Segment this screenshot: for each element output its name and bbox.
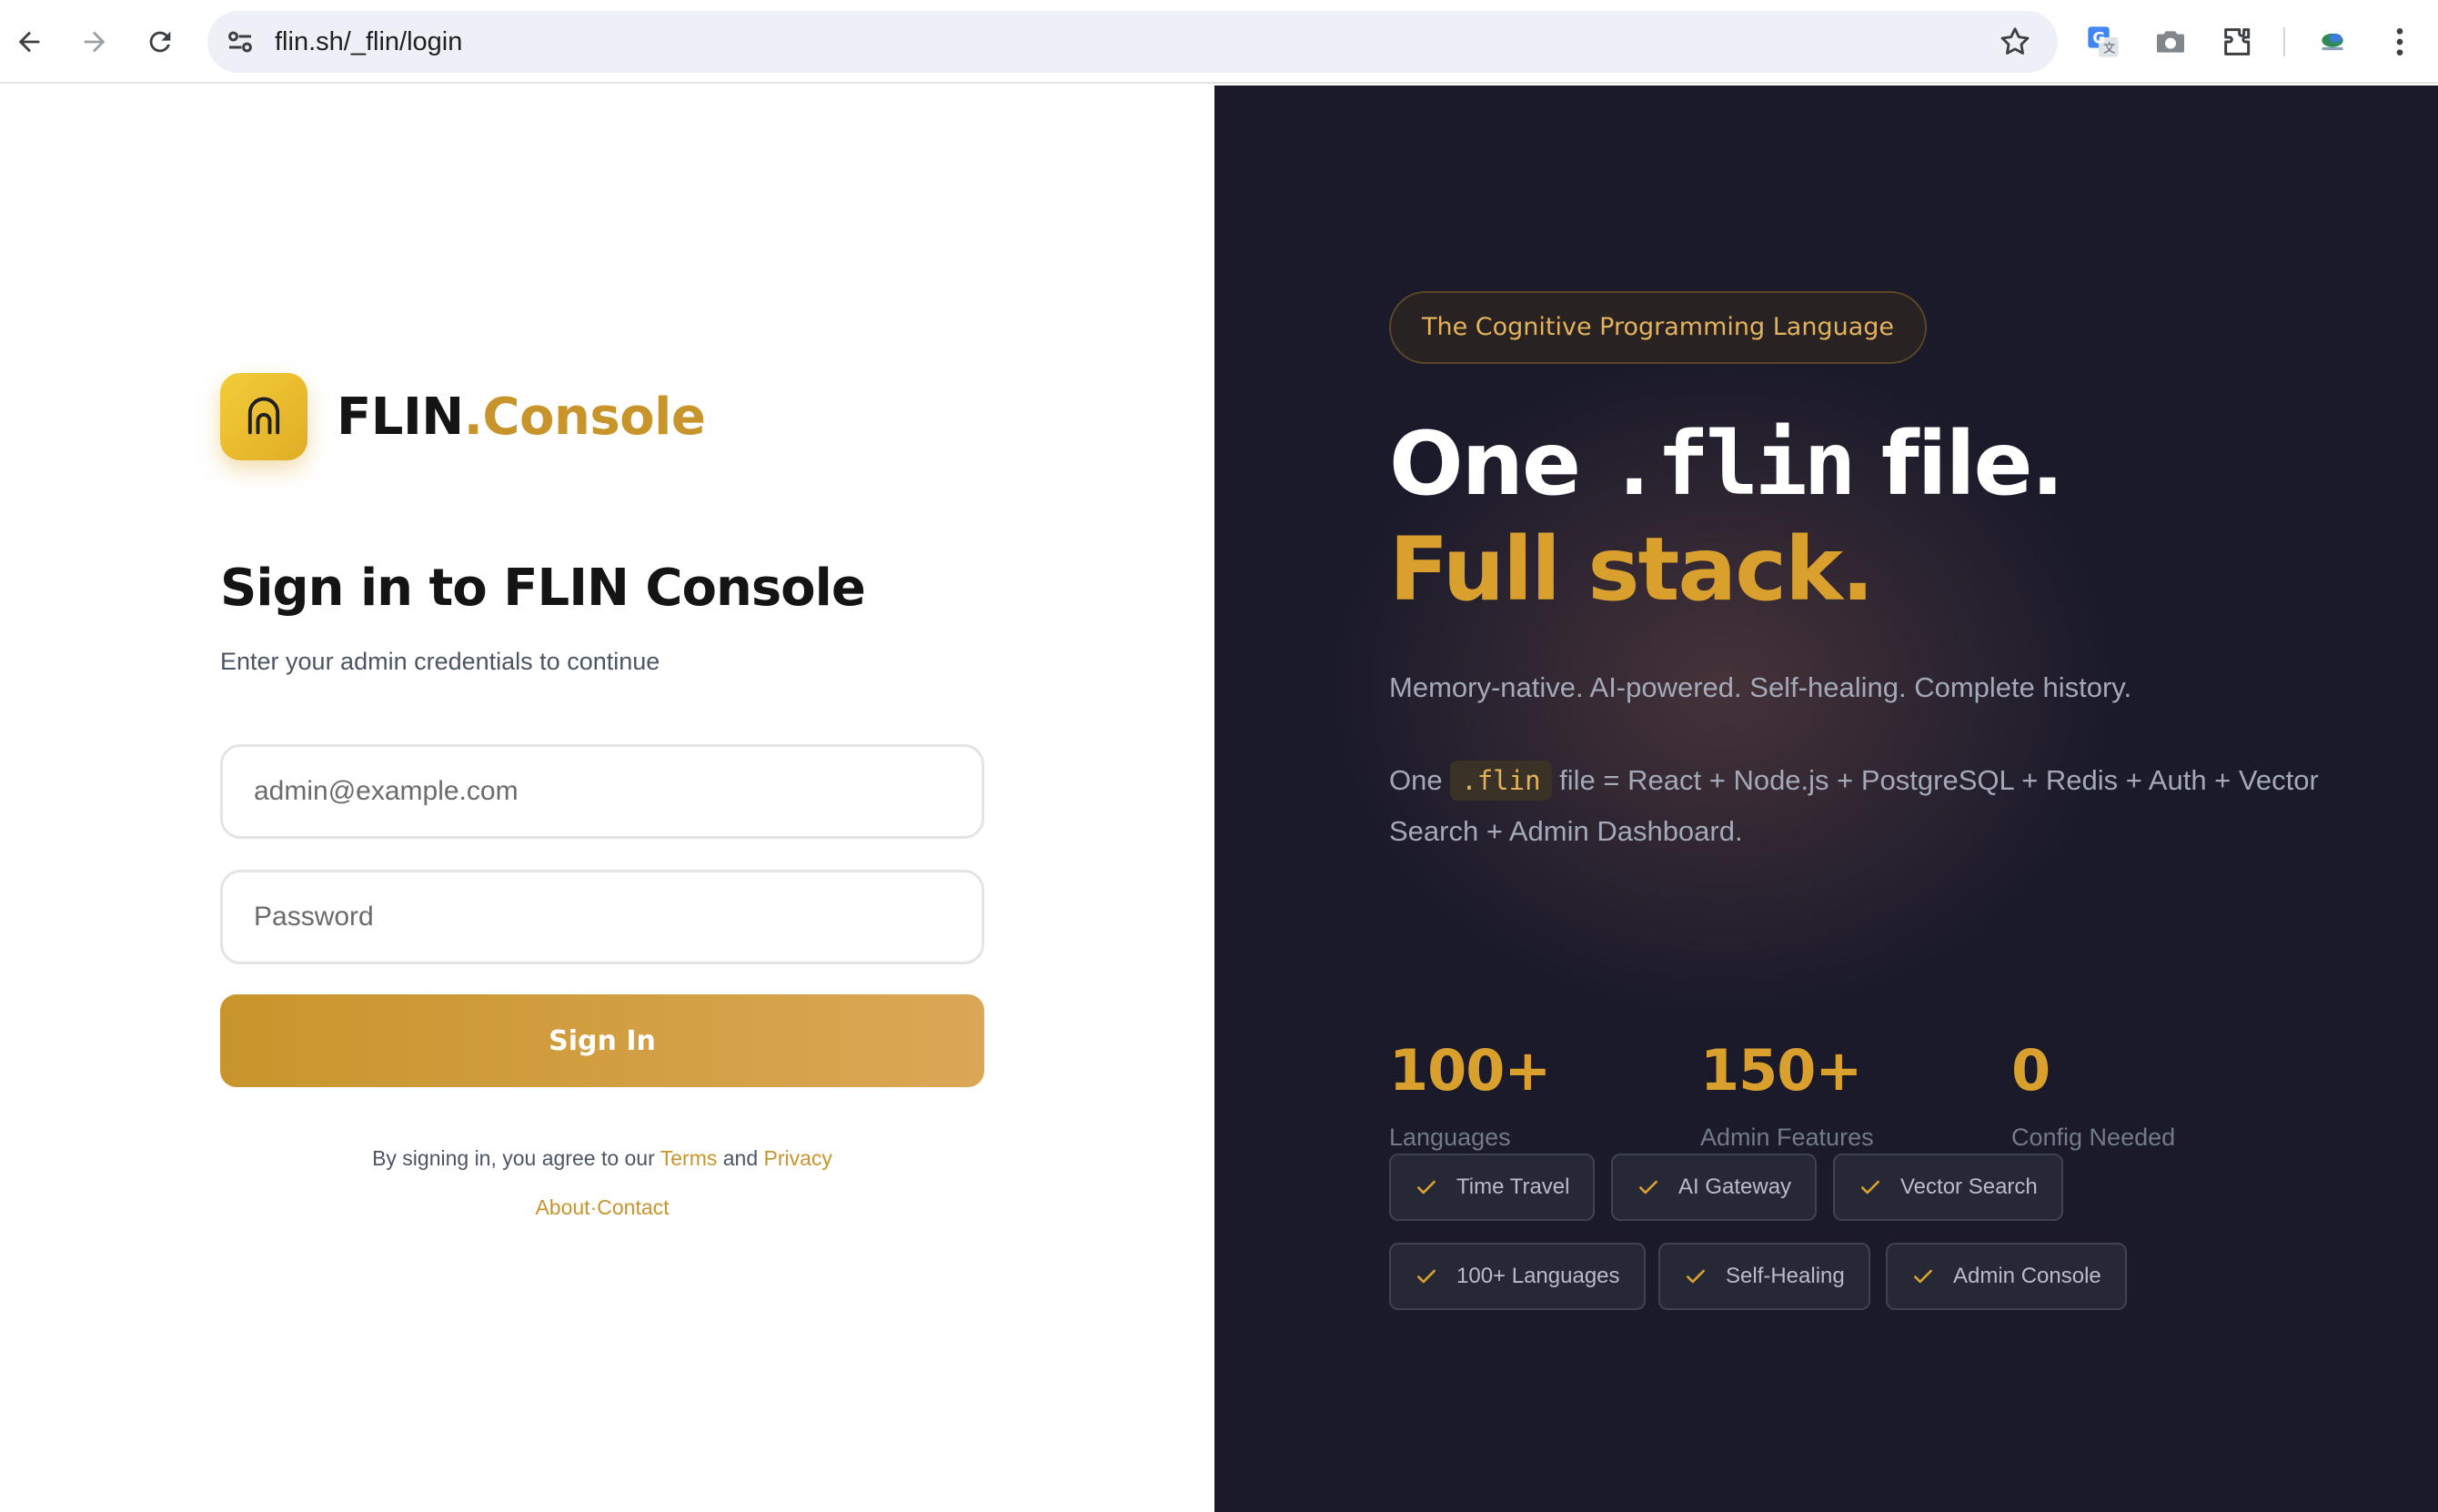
feature-chip-label: Vector Search: [1900, 1174, 2038, 1199]
hero-headline-line2: Full stack.: [1389, 519, 1874, 620]
camera-icon: [2157, 31, 2184, 53]
reload-icon: [149, 31, 171, 53]
brand-name-main: FLIN: [337, 387, 464, 447]
screenshot-extension[interactable]: [2149, 20, 2192, 64]
feature-chip-admin-console: Admin Console: [1886, 1243, 2127, 1310]
hero-line1-code: .flin: [1607, 413, 1856, 515]
back-button[interactable]: [5, 18, 53, 66]
check-icon: [1914, 1269, 1932, 1284]
email-input[interactable]: [220, 744, 984, 839]
password-input[interactable]: [220, 870, 984, 964]
kebab-menu-icon: [2396, 28, 2403, 55]
reload-button[interactable]: [136, 18, 184, 66]
forward-arrow-icon: [84, 31, 106, 53]
hero-line1-prefix: One: [1389, 413, 1581, 515]
address-bar[interactable]: flin.sh/_flin/login: [207, 11, 2058, 73]
stat-label: Languages: [1389, 1124, 1511, 1151]
check-icon: [1417, 1180, 1436, 1194]
feature-chip-ai-gateway: AI Gateway: [1611, 1154, 1818, 1221]
browser-menu-button[interactable]: [2378, 20, 2422, 64]
sign-in-button[interactable]: Sign In: [220, 994, 984, 1087]
feature-chip-label: 100+ Languages: [1456, 1264, 1620, 1288]
feature-chip-time-travel: Time Travel: [1389, 1154, 1596, 1221]
hero-headline-line1: One .flin file.: [1389, 413, 2064, 515]
url-text: flin.sh/_flin/login: [275, 27, 463, 56]
page-subtitle: Enter your admin credentials to continue: [220, 648, 660, 675]
check-icon: [1861, 1180, 1879, 1194]
hero-description: One .flin file = React + Node.js + Postg…: [1389, 755, 2353, 857]
contact-link[interactable]: Contact: [597, 1195, 669, 1219]
privacy-link[interactable]: Privacy: [764, 1146, 832, 1170]
about-link[interactable]: About: [535, 1195, 589, 1219]
feature-chip-label: AI Gateway: [1678, 1174, 1792, 1199]
feature-chip-label: Self-Healing: [1726, 1264, 1845, 1288]
footer-links: About·Contact: [220, 1195, 984, 1220]
arch-door-icon: [247, 397, 280, 435]
check-icon: [1417, 1269, 1436, 1284]
translate-icon: G 文: [2088, 26, 2119, 57]
toolbar-separator: [2283, 27, 2285, 56]
hero-panel: The Cognitive Programming Language One .…: [1214, 86, 2438, 1512]
brand-logo: FLIN.Console: [220, 373, 706, 460]
browser-toolbar: flin.sh/_flin/login G 文: [0, 0, 2438, 84]
stat-label: Config Needed: [2011, 1124, 2176, 1151]
feature-chip-label: Admin Console: [1953, 1264, 2101, 1288]
stat-value: 0: [2011, 1037, 2050, 1104]
page-title: Sign in to FLIN Console: [220, 559, 866, 618]
brand-name: FLIN.Console: [337, 387, 706, 447]
terms-link[interactable]: Terms: [660, 1146, 718, 1170]
check-icon: [1687, 1269, 1705, 1284]
legal-notice: By signing in, you agree to our Terms an…: [220, 1146, 984, 1171]
svg-text:文: 文: [2103, 42, 2115, 56]
tagline-pill: The Cognitive Programming Language: [1389, 291, 1927, 364]
desc-prefix: One: [1389, 764, 1443, 796]
stat-admin-features: 150+ Admin Features: [1700, 1037, 1874, 1152]
hero-line1-suffix: file.: [1880, 413, 2064, 515]
stat-languages: 100+ Languages: [1389, 1037, 1551, 1152]
back-arrow-icon: [18, 31, 40, 53]
stat-value: 150+: [1700, 1037, 1862, 1104]
feature-chip-label: Time Travel: [1456, 1174, 1570, 1199]
legal-prefix: By signing in, you agree to our: [372, 1146, 655, 1170]
desc-code-chip: .flin: [1450, 761, 1552, 801]
hero-tagline: Memory-native. AI-powered. Self-healing.…: [1389, 671, 2132, 703]
extensions-icon: [2224, 28, 2251, 55]
feature-chip-self-healing: Self-Healing: [1658, 1243, 1870, 1310]
forward-button[interactable]: [71, 18, 118, 66]
profile-avatar-icon: [2322, 33, 2343, 51]
extensions-button[interactable]: [2216, 20, 2260, 64]
feature-chip-languages: 100+ Languages: [1389, 1243, 1646, 1310]
profile-button[interactable]: [2311, 20, 2354, 64]
stat-config-needed: 0 Config Needed: [2011, 1037, 2175, 1152]
translate-extension[interactable]: G 文: [2081, 20, 2125, 64]
legal-and: and: [722, 1146, 759, 1170]
brand-name-accent: .Console: [463, 387, 706, 447]
site-settings-icon[interactable]: [224, 25, 257, 58]
stat-label: Admin Features: [1700, 1124, 1874, 1151]
check-icon: [1639, 1180, 1657, 1194]
logo-tile: [220, 373, 307, 460]
bookmark-star-icon[interactable]: [1998, 25, 2032, 59]
stat-value: 100+: [1389, 1037, 1551, 1104]
feature-chip-vector-search: Vector Search: [1833, 1154, 2063, 1221]
login-panel: FLIN.Console Sign in to FLIN Console Ent…: [0, 86, 1214, 1512]
